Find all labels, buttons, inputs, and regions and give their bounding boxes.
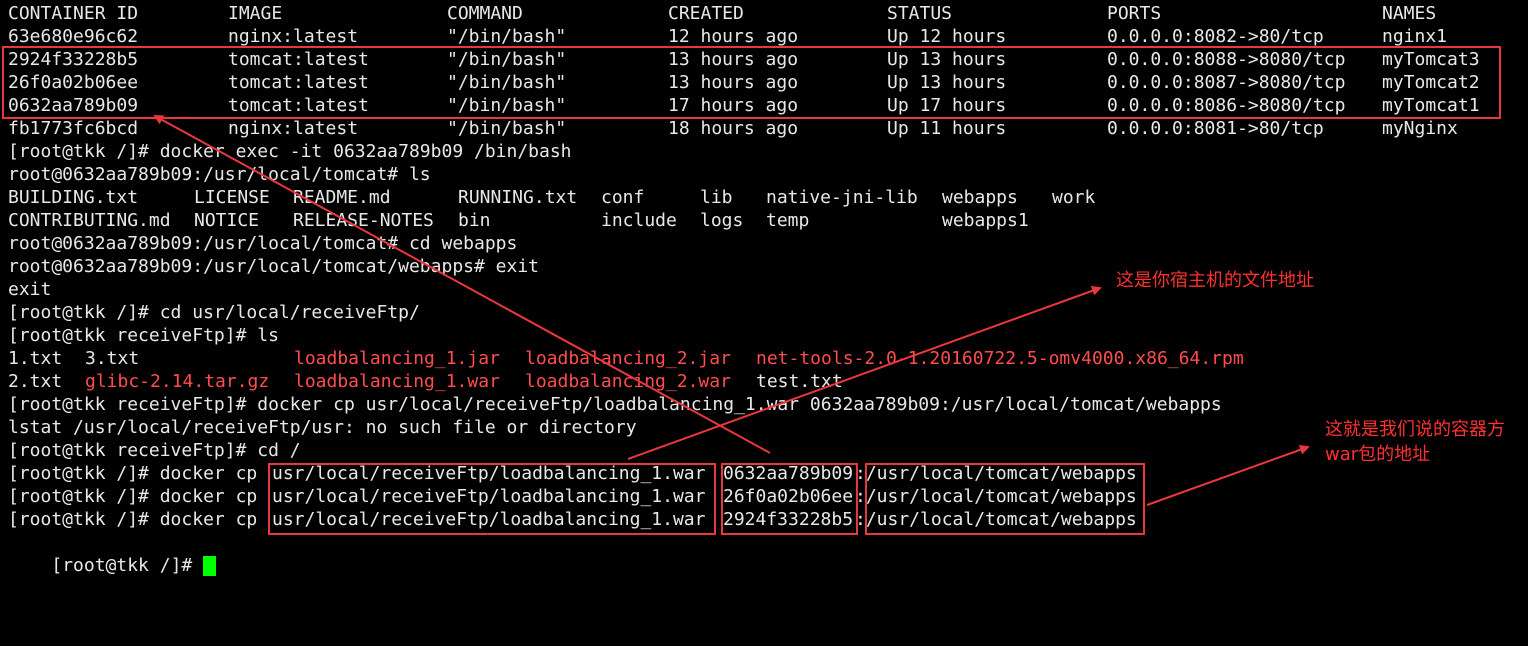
arrow-to-container-note — [1146, 445, 1310, 506]
arrow-to-container-row — [153, 115, 771, 454]
arrow-to-host-note — [627, 286, 1102, 460]
container-note-line1: 这就是我们说的容器方 — [1325, 419, 1505, 440]
host-path-note: 这是你宿主机的文件地址 — [1116, 270, 1314, 291]
container-note-line2: war包的地址 — [1325, 444, 1431, 465]
